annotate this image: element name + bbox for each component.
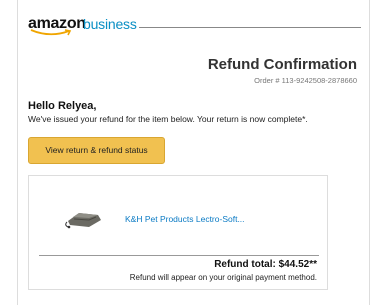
item-card: K&H Pet Products Lectro-Soft... Refund t… (28, 175, 328, 290)
header-rule (139, 27, 361, 28)
email-card: amazon business Refund Confirmation Orde… (17, 0, 370, 305)
amazon-smile-icon (30, 29, 72, 36)
logo-business-text: business (83, 16, 137, 32)
greeting: Hello Relyea, (28, 100, 97, 112)
refund-note: Refund will appear on your original paym… (129, 273, 317, 282)
amazon-business-logo: amazon business (28, 14, 137, 38)
refund-total: Refund total: $44.52** (214, 259, 317, 270)
page-title: Refund Confirmation (207, 56, 357, 73)
item-divider (39, 255, 319, 256)
title-block: Refund Confirmation Order # 113-9242508-… (208, 56, 357, 85)
view-return-status-button[interactable]: View return & refund status (28, 137, 165, 164)
order-number: Order # 113-9242508-2878660 (254, 76, 357, 85)
header-logo-row: amazon business (28, 14, 361, 38)
item-name-link[interactable]: K&H Pet Products Lectro-Soft... (125, 214, 245, 224)
pet-bed-product-image[interactable] (65, 208, 103, 230)
refund-message: We've issued your refund for the item be… (28, 114, 308, 124)
